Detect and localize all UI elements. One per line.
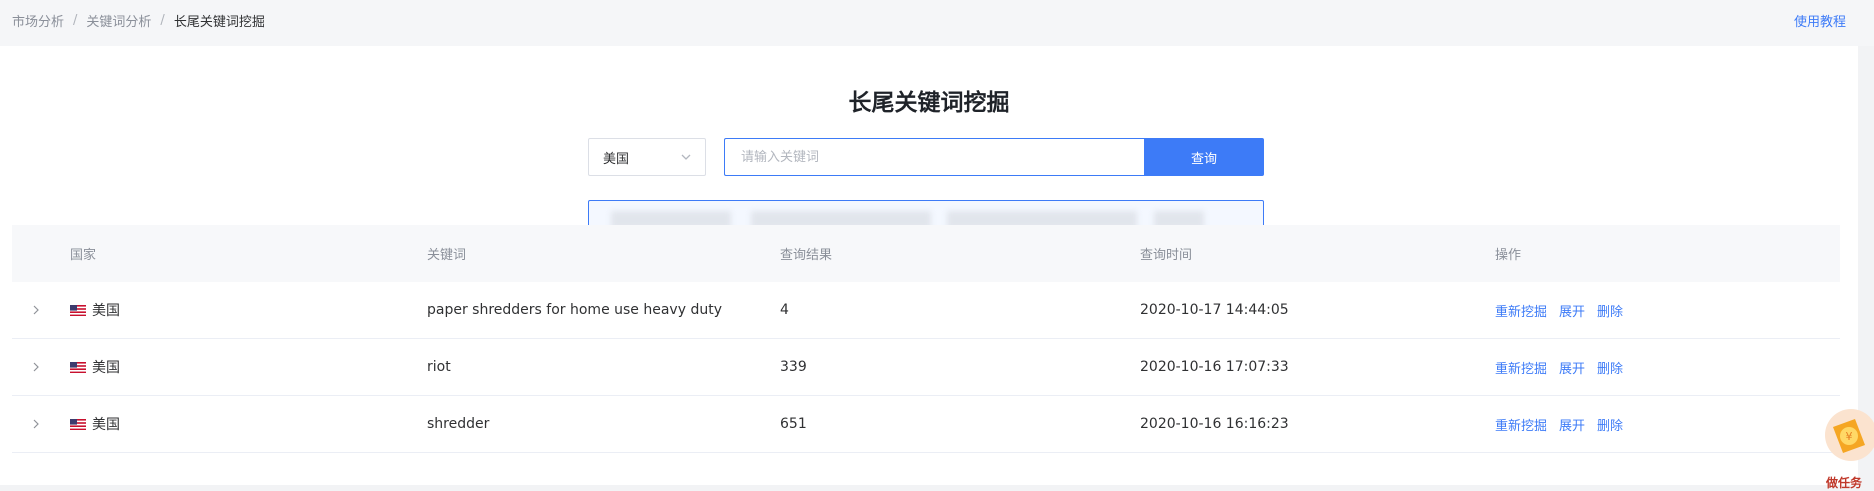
table-header: 国家 关键词 查询结果 查询时间 操作 (12, 225, 1840, 282)
breadcrumb-current: 长尾关键词挖掘 (173, 15, 265, 30)
breadcrumb-market-analysis[interactable]: 市场分析 (12, 11, 64, 30)
remine-button[interactable]: 重新挖掘 (1495, 301, 1547, 320)
table-row: 美国 shredder 651 2020-10-16 16:16:23 重新挖掘… (12, 396, 1840, 453)
table-row: 美国 riot 339 2020-10-16 17:07:33 重新挖掘 展开 … (12, 339, 1840, 396)
result-cell: 4 (780, 302, 789, 318)
keyword-cell: shredder (427, 416, 490, 432)
country-cell: 美国 (70, 339, 120, 395)
result-cell: 339 (780, 359, 807, 375)
table-row: 美国 paper shredders for home use heavy du… (12, 282, 1840, 339)
time-cell: 2020-10-17 14:44:05 (1140, 302, 1289, 318)
column-header-time: 查询时间 (1140, 248, 1193, 263)
chevron-down-icon (681, 154, 691, 160)
tutorial-link[interactable]: 使用教程 (1794, 11, 1846, 30)
task-widget-label[interactable]: 做任务 (1826, 474, 1862, 491)
expand-row-button[interactable] (30, 396, 50, 452)
country-cell: 美国 (70, 282, 120, 338)
country-cell: 美国 (70, 396, 120, 452)
us-flag-icon (70, 361, 86, 373)
country-select[interactable]: 美国 (588, 138, 706, 176)
top-bar: 市场分析 / 关键词分析 / 长尾关键词挖掘 使用教程 (0, 0, 1874, 46)
time-cell: 2020-10-16 17:07:33 (1140, 359, 1289, 375)
expand-button[interactable]: 展开 (1559, 415, 1585, 434)
keyword-cell: paper shredders for home use heavy duty (427, 302, 722, 318)
expand-arrow-icon (33, 419, 39, 429)
column-header-country: 国家 (70, 248, 97, 263)
us-flag-icon (70, 418, 86, 430)
history-table: 国家 关键词 查询结果 查询时间 操作 美国 paper shredders f… (12, 225, 1840, 453)
delete-button[interactable]: 删除 (1597, 358, 1623, 377)
remine-button[interactable]: 重新挖掘 (1495, 415, 1547, 434)
actions-cell: 重新挖掘 展开 删除 (1495, 396, 1635, 452)
remine-button[interactable]: 重新挖掘 (1495, 358, 1547, 377)
column-header-keyword: 关键词 (427, 248, 467, 263)
delete-button[interactable]: 删除 (1597, 415, 1623, 434)
delete-button[interactable]: 删除 (1597, 301, 1623, 320)
breadcrumb-separator: / (160, 13, 165, 28)
expand-arrow-icon (33, 305, 39, 315)
breadcrumb-separator: / (73, 13, 78, 28)
us-flag-icon (70, 304, 86, 316)
expand-button[interactable]: 展开 (1559, 358, 1585, 377)
country-name: 美国 (92, 417, 120, 433)
keyword-cell: riot (427, 359, 451, 375)
keyword-search-input[interactable] (724, 138, 1144, 176)
result-cell: 651 (780, 416, 807, 432)
expand-row-button[interactable] (30, 282, 50, 338)
column-header-actions: 操作 (1495, 248, 1522, 263)
svg-text:¥: ¥ (1846, 430, 1853, 443)
country-name: 美国 (92, 360, 120, 376)
actions-cell: 重新挖掘 展开 删除 (1495, 282, 1635, 338)
expand-arrow-icon (33, 362, 39, 372)
expand-row-button[interactable] (30, 339, 50, 395)
task-reward-icon[interactable]: ¥ (1815, 405, 1874, 485)
search-button[interactable]: 查询 (1144, 138, 1264, 176)
page-title: 长尾关键词挖掘 (848, 90, 1010, 116)
expand-button[interactable]: 展开 (1559, 301, 1585, 320)
country-name: 美国 (92, 303, 120, 319)
time-cell: 2020-10-16 16:16:23 (1140, 416, 1289, 432)
breadcrumb-keyword-analysis[interactable]: 关键词分析 (86, 11, 151, 30)
column-header-result: 查询结果 (780, 248, 833, 263)
actions-cell: 重新挖掘 展开 删除 (1495, 339, 1635, 395)
breadcrumb: 市场分析 / 关键词分析 / 长尾关键词挖掘 (12, 11, 265, 30)
country-select-value: 美国 (603, 151, 630, 167)
